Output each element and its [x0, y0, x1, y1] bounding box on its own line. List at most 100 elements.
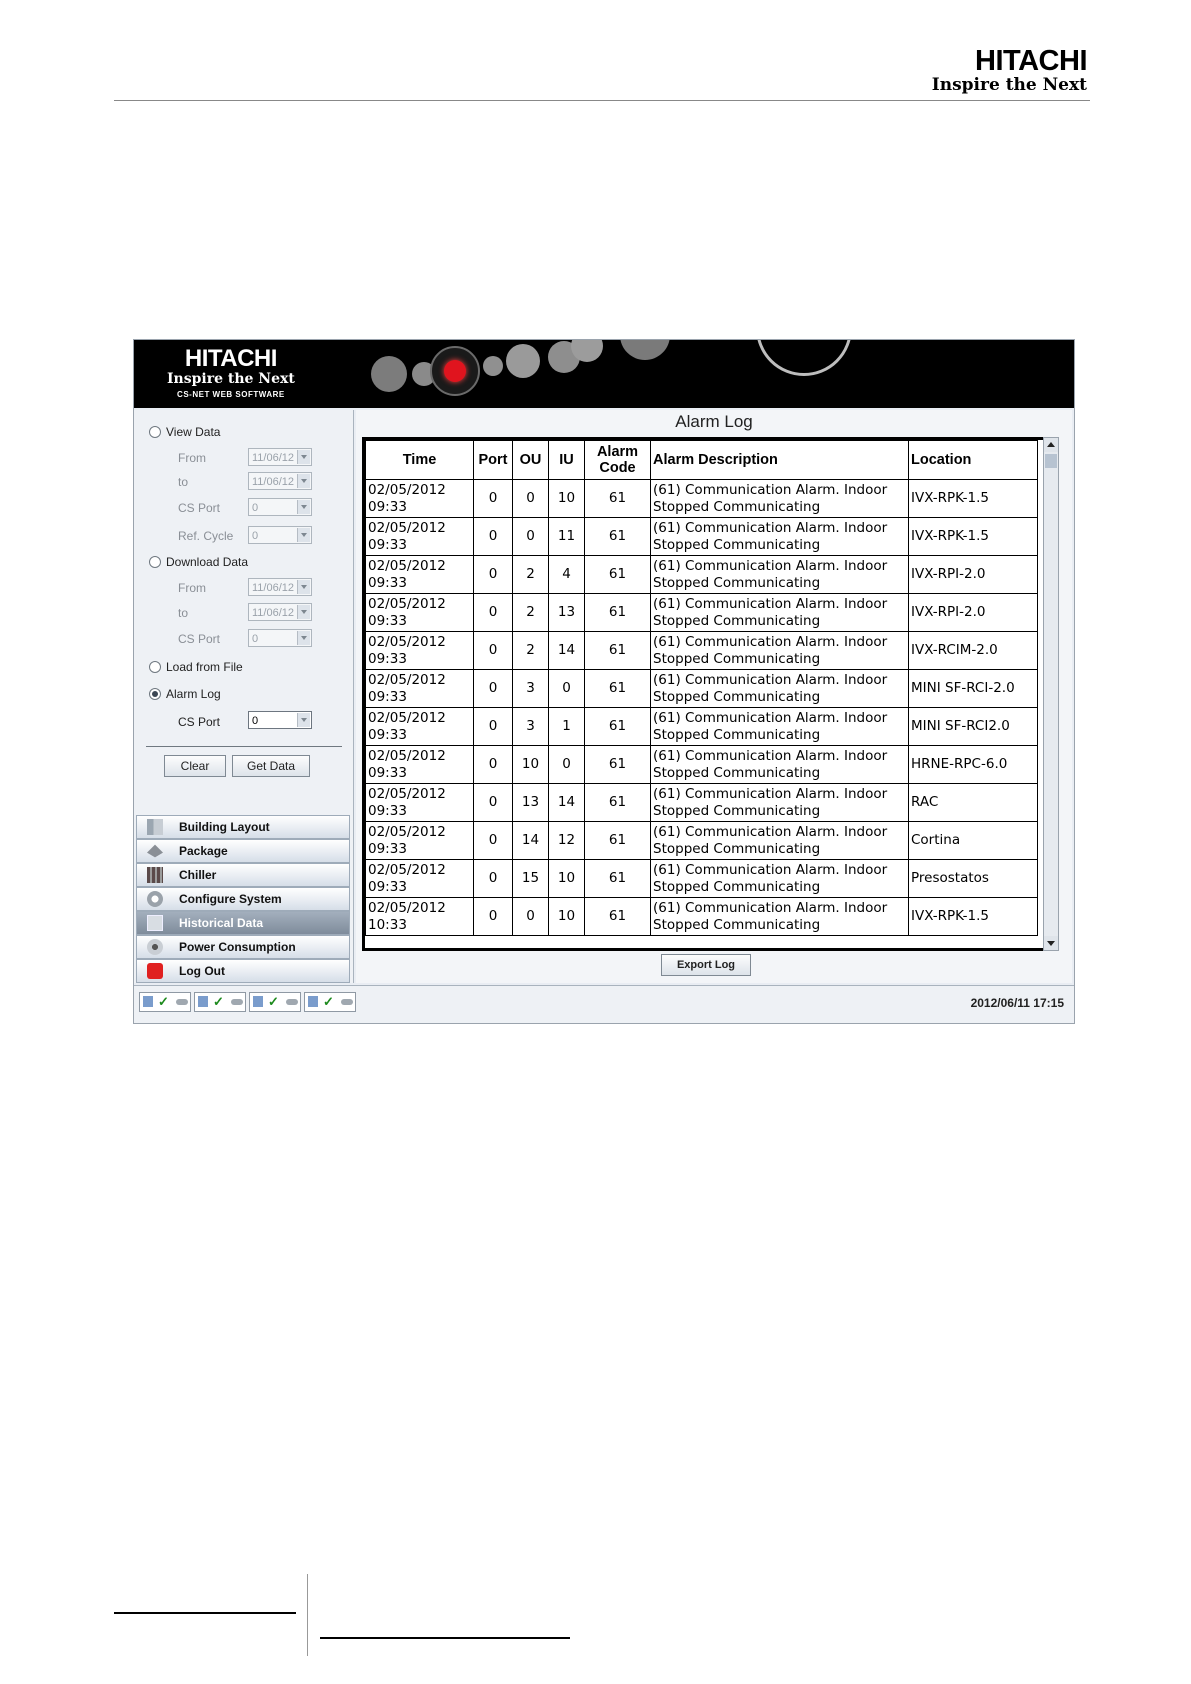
nav-building-layout[interactable]: Building Layout [136, 815, 350, 839]
column-header[interactable]: OU [512, 440, 549, 480]
cell-text: 0 [488, 566, 498, 582]
table-cell: (61) Communication Alarm. Indoor Stopped … [650, 783, 909, 822]
table-row[interactable]: 02/05/2012 09:33 0 0 10 61 (61) Communication … [365, 479, 1038, 518]
nav-configure-system[interactable]: Configure System [136, 887, 350, 911]
table-cell: 0 [473, 517, 513, 556]
table-cell: 0 [473, 897, 513, 936]
cell-text: 0 [562, 756, 571, 772]
view-cs-port-select[interactable]: 0 [248, 498, 312, 516]
system-status-group[interactable]: ✓ [139, 992, 191, 1012]
export-log-button[interactable]: Export Log [661, 954, 751, 976]
banner-decor-circle [620, 340, 670, 360]
column-header[interactable]: Time [365, 440, 474, 480]
dropdown-arrow-icon[interactable] [297, 605, 310, 619]
check-icon: ✓ [213, 994, 224, 1009]
dropdown-arrow-icon[interactable] [297, 450, 310, 464]
nav-chiller[interactable]: Chiller [136, 863, 350, 887]
system-status-group[interactable]: ✓ [194, 992, 246, 1012]
cell-text: IVX-RPK-1.5 [911, 490, 989, 506]
dropdown-arrow-icon[interactable] [297, 474, 310, 488]
nav-power-consumption[interactable]: Power Consumption [136, 935, 350, 959]
header-rule [114, 100, 1090, 101]
get-data-button[interactable]: Get Data [232, 755, 310, 777]
dropdown-arrow-icon[interactable] [297, 528, 310, 542]
download-from-date[interactable]: 11/06/12 [248, 578, 312, 596]
nav-label: Building Layout [179, 820, 270, 834]
table-cell: 61 [584, 555, 651, 594]
dropdown-arrow-icon[interactable] [297, 500, 310, 514]
page-title: Alarm Log [675, 412, 753, 431]
check-icon: ✓ [323, 994, 334, 1009]
cell-text: Stopped Communicating [653, 726, 821, 743]
cell-text: 0 [488, 490, 498, 506]
nav-log-out[interactable]: Log Out [136, 959, 350, 983]
table-cell: Presostatos [908, 859, 1038, 898]
load-from-file-radio[interactable] [149, 661, 161, 673]
scroll-down-arrow-icon[interactable] [1044, 936, 1058, 950]
view-from-date[interactable]: 11/06/12 [248, 448, 312, 466]
table-row[interactable]: 02/05/2012 09:33 0 2 13 61 (61) Communication … [365, 593, 1038, 632]
download-data-radio[interactable] [149, 556, 161, 568]
table-row[interactable]: 02/05/2012 09:33 0 2 4 61 (61) Communication A… [365, 555, 1038, 594]
cell-text: 0 [488, 756, 498, 772]
dropdown-arrow-icon[interactable] [297, 631, 310, 645]
alarm-table-container[interactable]: Time Port OU IU Alarm Code Alarm Descrip… [362, 437, 1046, 951]
cell-text: MINI SF-RCI2.0 [911, 718, 1010, 734]
table-cell: 02/05/2012 09:33 [365, 821, 474, 860]
table-row[interactable]: 02/05/2012 09:33 0 14 12 61 (61) Communication… [365, 821, 1038, 860]
table-cell: IVX-RPK-1.5 [908, 517, 1038, 556]
cell-text: 0 [526, 490, 535, 506]
check-icon: ✓ [158, 994, 169, 1009]
table-cell: (61) Communication Alarm. Indoor Stopped … [650, 821, 909, 860]
link-icon [231, 999, 243, 1005]
dropdown-arrow-icon[interactable] [297, 580, 310, 594]
view-ref-cycle-select[interactable]: 0 [248, 526, 312, 544]
scroll-up-arrow-icon[interactable] [1044, 438, 1058, 452]
view-to-date[interactable]: 11/06/12 [248, 472, 312, 490]
table-scrollbar[interactable] [1043, 437, 1059, 951]
cell-text: Presostatos [911, 870, 989, 886]
table-cell: 0 [473, 745, 513, 784]
column-header[interactable]: Location [908, 440, 1038, 480]
cell-text: IVX-RPK-1.5 [911, 908, 989, 924]
clear-button[interactable]: Clear [164, 755, 226, 777]
cell-text: 09:33 [368, 764, 407, 781]
table-row[interactable]: 02/05/2012 09:33 0 3 0 61 (61) Communication A… [365, 669, 1038, 708]
cell-text: (61) Communication Alarm. Indoor [653, 671, 888, 688]
column-header[interactable]: Alarm Description [650, 440, 909, 480]
table-row[interactable]: 02/05/2012 09:33 0 3 1 61 (61) Communication A… [365, 707, 1038, 746]
table-row[interactable]: 02/05/2012 09:33 0 2 14 61 (61) Communication … [365, 631, 1038, 670]
table-row[interactable]: 02/05/2012 09:33 0 13 14 61 (61) Communication… [365, 783, 1038, 822]
download-cs-port-label: CS Port [178, 632, 221, 646]
cell-text: 10 [521, 756, 540, 772]
column-header[interactable]: IU [548, 440, 585, 480]
column-header[interactable]: Port [473, 440, 513, 480]
system-status-group[interactable]: ✓ [249, 992, 301, 1012]
nav-label: Log Out [179, 964, 225, 978]
download-to-date[interactable]: 11/06/12 [248, 603, 312, 621]
cell-text: Stopped Communicating [653, 498, 821, 515]
alarm-log-radio[interactable] [149, 688, 161, 700]
download-cs-port-select[interactable]: 0 [248, 629, 312, 647]
nav-historical-data[interactable]: Historical Data [136, 911, 350, 935]
cell-text: 61 [608, 680, 627, 696]
nav-package[interactable]: Package [136, 839, 350, 863]
cell-text: 09:33 [368, 536, 407, 553]
table-cell: (61) Communication Alarm. Indoor Stopped … [650, 859, 909, 898]
table-row[interactable]: 02/05/2012 09:33 0 15 10 61 (61) Communication… [365, 859, 1038, 898]
table-row[interactable]: 02/05/2012 09:33 0 0 11 61 (61) Communication … [365, 517, 1038, 556]
table-row[interactable]: 02/05/2012 10:33 0 0 10 61 (61) Communication … [365, 897, 1038, 936]
page-brand-tagline: Inspire the Next [931, 75, 1087, 95]
cell-text: Stopped Communicating [653, 916, 821, 933]
table-cell: 61 [584, 593, 651, 632]
app-brand-tagline: Inspire the Next [167, 371, 295, 387]
table-row[interactable]: 02/05/2012 09:33 0 10 0 61 (61) Communication … [365, 745, 1038, 784]
dropdown-arrow-icon[interactable] [297, 713, 310, 727]
system-status-group[interactable]: ✓ [304, 992, 356, 1012]
scroll-thumb[interactable] [1045, 454, 1057, 468]
table-cell: (61) Communication Alarm. Indoor Stopped … [650, 745, 909, 784]
cell-text: 09:33 [368, 688, 407, 705]
view-data-radio[interactable] [149, 426, 161, 438]
alarm-cs-port-select[interactable]: 0 [248, 711, 312, 729]
column-header[interactable]: Alarm Code [584, 440, 651, 480]
